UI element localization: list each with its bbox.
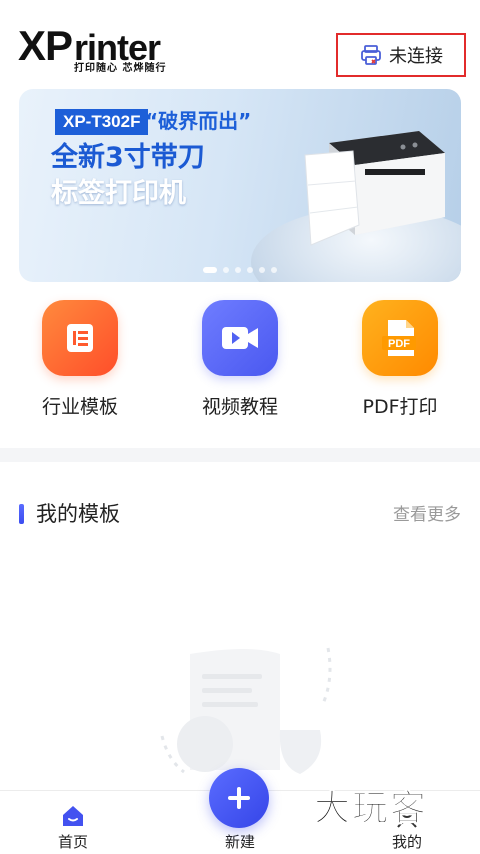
pdf-file-icon: PDF: [362, 300, 438, 376]
xprinter-logo: XPrinter 打印随心 芯烨随行: [18, 25, 188, 75]
quick-action-industry-templates[interactable]: 行业模板: [0, 300, 160, 419]
connect-status-label: 未连接: [389, 46, 443, 67]
svg-text:PDF: PDF: [388, 338, 410, 350]
section-accent-bar: [19, 504, 24, 524]
printer-connect-button[interactable]: 未连接: [336, 33, 466, 77]
template-list-icon: [42, 300, 118, 376]
banner-slogan: “破界而出”: [145, 109, 252, 133]
banner-dot[interactable]: [235, 267, 241, 273]
tab-new-label: 新建: [224, 833, 255, 851]
app-header: XPrinter 打印随心 芯烨随行 未连接: [0, 0, 480, 86]
create-new-button[interactable]: [209, 768, 269, 828]
quick-action-label: 行业模板: [41, 396, 118, 418]
banner-pagination: [203, 267, 277, 273]
my-templates-header: 我的模板 查看更多: [0, 496, 480, 532]
quick-actions: 行业模板 视频教程 PDF PDF打印: [0, 300, 480, 430]
quick-action-label: PDF打印: [362, 396, 438, 418]
banner-subheadline: 标签打印机: [51, 178, 186, 209]
watermark-text: 大玩客: [314, 788, 429, 830]
empty-templates-illustration: [160, 647, 332, 774]
home-icon: [63, 806, 83, 826]
promo-banner[interactable]: XP-T302F “破界而出” 全新3寸带刀 标签打印机: [19, 89, 461, 282]
logo-xp: XP: [18, 22, 73, 69]
banner-dot[interactable]: [259, 267, 265, 273]
banner-dot[interactable]: [223, 267, 229, 273]
quick-action-label: 视频教程: [201, 396, 278, 418]
printer-icon: [361, 45, 381, 65]
tab-mine-label: 我的: [391, 833, 422, 851]
label-printer-image: [304, 131, 445, 246]
quick-action-video-tutorials[interactable]: 视频教程: [160, 300, 320, 419]
logo-slogan: 打印随心 芯烨随行: [74, 63, 167, 74]
banner-headline: 全新3寸带刀: [51, 142, 205, 173]
quick-action-pdf-print[interactable]: PDF PDF打印: [320, 300, 480, 419]
tab-home-label: 首页: [57, 833, 88, 851]
banner-dot-active[interactable]: [203, 267, 217, 273]
banner-model-tag: XP-T302F: [55, 109, 149, 135]
plus-icon: [228, 787, 250, 809]
banner-dot[interactable]: [271, 267, 277, 273]
video-camera-icon: [202, 300, 278, 376]
section-title: 我的模板: [36, 502, 120, 526]
view-more-link[interactable]: 查看更多: [393, 502, 461, 528]
tab-home[interactable]: 首页: [13, 791, 133, 854]
section-divider: [0, 448, 480, 462]
banner-dot[interactable]: [247, 267, 253, 273]
